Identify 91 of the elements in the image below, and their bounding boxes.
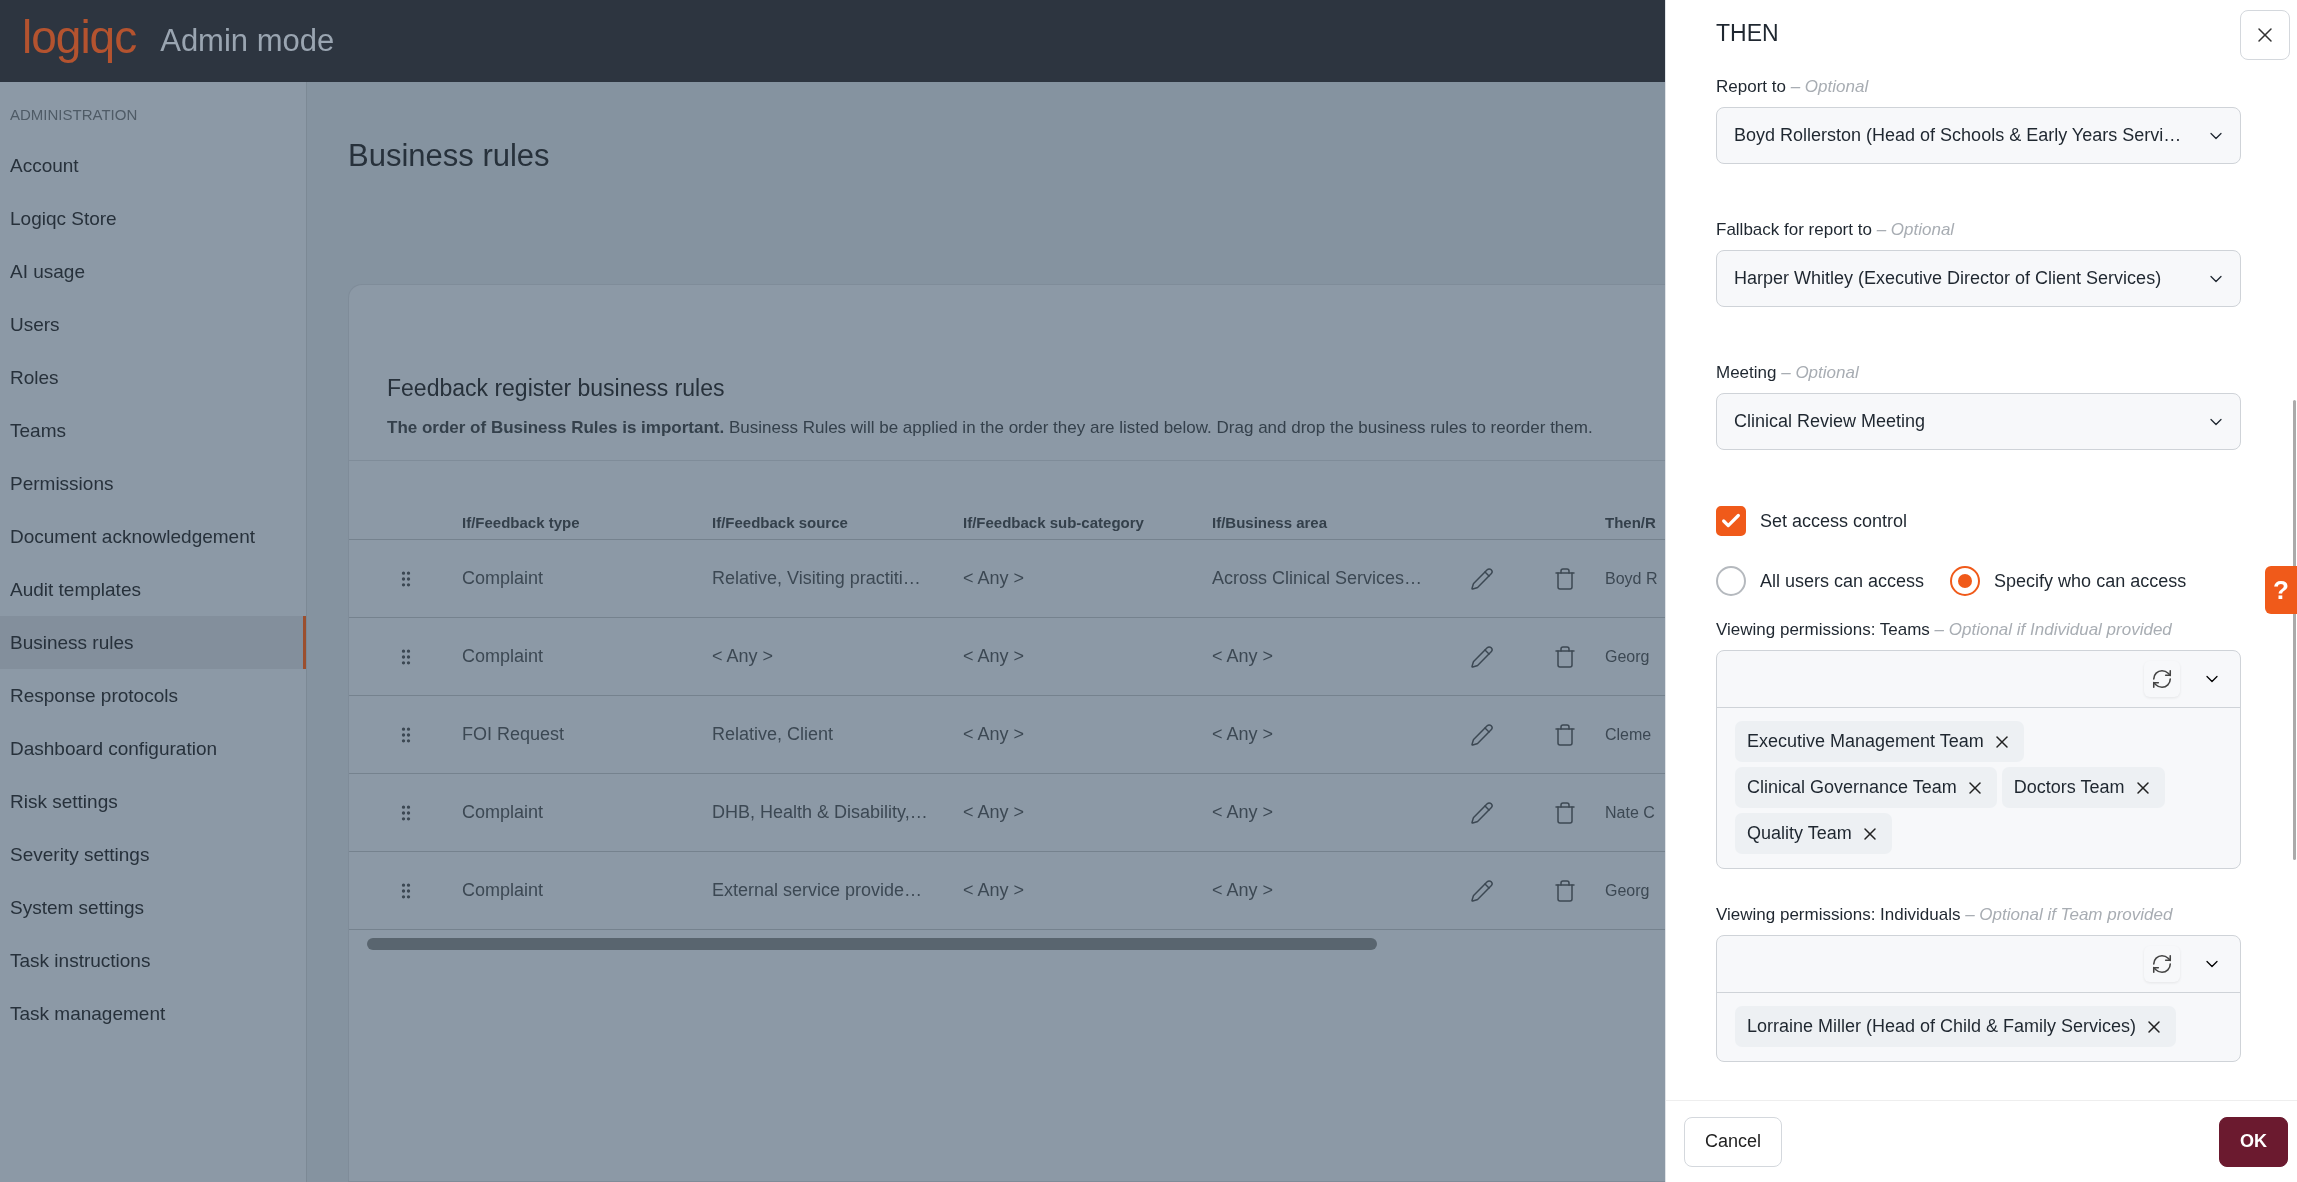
section-heading: ADMINISTRATION — [9, 106, 139, 125]
sidebar-item[interactable]: Task instructions — [0, 934, 306, 987]
radio-label: All users can access — [1760, 570, 1925, 592]
edit-icon[interactable] — [1470, 878, 1494, 903]
card-title: Feedback register business rules — [387, 375, 726, 402]
edit-icon[interactable] — [1470, 800, 1494, 825]
sidebar-item[interactable]: Roles — [0, 351, 306, 404]
table-cell: Boyd R — [1605, 569, 1658, 588]
sidebar-item[interactable]: Risk settings — [0, 775, 306, 828]
table-cell: Nate C — [1605, 803, 1655, 822]
vertical-scrollbar[interactable] — [2293, 400, 2296, 860]
help-tab[interactable]: ? — [2265, 566, 2297, 614]
sidebar-item[interactable]: Logiqc Store — [0, 192, 306, 245]
delete-icon[interactable] — [1553, 722, 1577, 747]
select-field[interactable]: Harper Whitley (Executive Director of Client Services) — [1716, 250, 2241, 307]
table-cell-text: < Any > — [1212, 880, 1275, 901]
delete-icon[interactable] — [1553, 878, 1577, 903]
edit-icon[interactable] — [1470, 722, 1494, 747]
table-cell-text: Relative, Visiting practiti… — [712, 568, 922, 589]
table-cell-text: < Any > — [963, 880, 1026, 901]
table-cell-text: External service provide… — [712, 880, 924, 901]
sidebar-item[interactable]: Response protocols — [0, 669, 306, 722]
radio-button[interactable] — [1716, 566, 1746, 596]
table-cell-text: Complaint — [462, 568, 545, 589]
table-cell-text: Across Clinical Services… — [1212, 568, 1424, 589]
delete-icon[interactable] — [1553, 644, 1577, 669]
tag: Lorraine Miller (Head of Child & Family Services) — [1735, 1006, 2177, 1047]
note-text: The order of Business Rules is important. Business Rules will be applied in the order they are listed below. Drag and drop the business rules to reorder them. — [387, 418, 1594, 438]
tag: Quality Team — [1735, 813, 1892, 854]
table-cell-text: < Any > — [1212, 646, 1275, 667]
multi-select-field[interactable]: Lorraine Miller (Head of Child & Family Services) — [1716, 935, 2241, 1062]
sidebar-item[interactable]: Severity settings — [0, 828, 306, 881]
field-label: Meeting – Optional — [1716, 363, 1860, 383]
sidebar-item[interactable]: Dashboard configuration — [0, 722, 306, 775]
field-label: Viewing permissions: Individuals – Optional if Team provided — [1716, 905, 2174, 925]
sidebar-item[interactable]: Users — [0, 298, 306, 351]
select-field[interactable]: Clinical Review Meeting — [1716, 393, 2241, 450]
table-cell: Georg — [1605, 647, 1650, 666]
mode-title: Admin mode — [160, 23, 335, 59]
table-cell-text: < Any > — [963, 802, 1026, 823]
delete-icon[interactable] — [1553, 566, 1577, 591]
checkbox-label: Set access control — [1760, 510, 1908, 532]
edit-icon[interactable] — [1470, 644, 1494, 669]
table-cell-text: < Any > — [963, 724, 1026, 745]
delete-icon[interactable] — [1553, 800, 1577, 825]
field-label: Viewing permissions: Teams – Optional if Individual provided — [1716, 620, 2173, 640]
cancel-button[interactable]: Cancel — [1684, 1116, 1783, 1167]
sidebar-item[interactable]: Account — [0, 139, 306, 192]
logo: logiqc — [22, 14, 137, 65]
field-label: Report to – Optional — [1716, 77, 1870, 97]
tag: Doctors Team — [2001, 767, 2165, 808]
sidebar-item[interactable]: AI usage — [0, 245, 306, 298]
table-cell-text: Complaint — [462, 880, 545, 901]
column-header: If/Feedback sub-category — [963, 514, 1145, 531]
sidebar-item[interactable]: Teams — [0, 404, 306, 457]
radio-button[interactable] — [1950, 566, 1981, 596]
sidebar-item[interactable]: Task management — [0, 987, 306, 1040]
checkbox[interactable] — [1716, 506, 1746, 536]
field-label: Fallback for report to – Optional — [1716, 220, 1956, 240]
table-cell-text: Complaint — [462, 646, 545, 667]
sidebar-item[interactable]: Permissions — [0, 457, 306, 510]
horizontal-scrollbar[interactable] — [367, 938, 1377, 950]
table-cell-text: DHB, Health & Disability,… — [712, 802, 929, 823]
column-header: If/Business area — [1212, 514, 1329, 531]
table-cell-text: Complaint — [462, 802, 545, 823]
ok-button[interactable]: OK — [2219, 1116, 2288, 1167]
table-cell-text: < Any > — [963, 568, 1026, 589]
sidebar-item[interactable]: Document acknowledgement — [0, 510, 306, 563]
table-cell: Cleme — [1605, 725, 1652, 744]
tag: Clinical Governance Team — [1735, 767, 1997, 808]
sidebar-item[interactable]: Audit templates — [0, 563, 306, 616]
tag: Executive Management Team — [1735, 721, 2024, 762]
page-title: Business rules — [348, 138, 551, 174]
table-cell-text: < Any > — [963, 646, 1026, 667]
table-cell: Georg — [1605, 881, 1650, 900]
edit-icon[interactable] — [1470, 566, 1494, 591]
multi-select-field[interactable]: Executive Management Team Clinical Governance Team Doctors Team Quality Team — [1716, 650, 2241, 869]
table-cell-text: < Any > — [712, 646, 775, 667]
sidebar-item[interactable]: System settings — [0, 881, 306, 934]
panel-title: THEN — [1716, 20, 1779, 47]
table-cell-text: < Any > — [1212, 724, 1275, 745]
table-cell-text: FOI Request — [462, 724, 566, 745]
column-header: If/Feedback type — [462, 514, 581, 531]
radio-label: Specify who can access — [1994, 570, 2187, 592]
column-header: Then/R — [1604, 514, 1657, 531]
table-cell-text: < Any > — [1212, 802, 1275, 823]
select-field[interactable]: Boyd Rollerston (Head of Schools & Early Years Servi… — [1716, 107, 2241, 164]
close-button[interactable] — [2240, 10, 2290, 60]
table-cell-text: Relative, Client — [712, 724, 835, 745]
column-header: If/Feedback source — [712, 514, 849, 531]
sidebar-item[interactable]: Business rules — [0, 616, 306, 669]
